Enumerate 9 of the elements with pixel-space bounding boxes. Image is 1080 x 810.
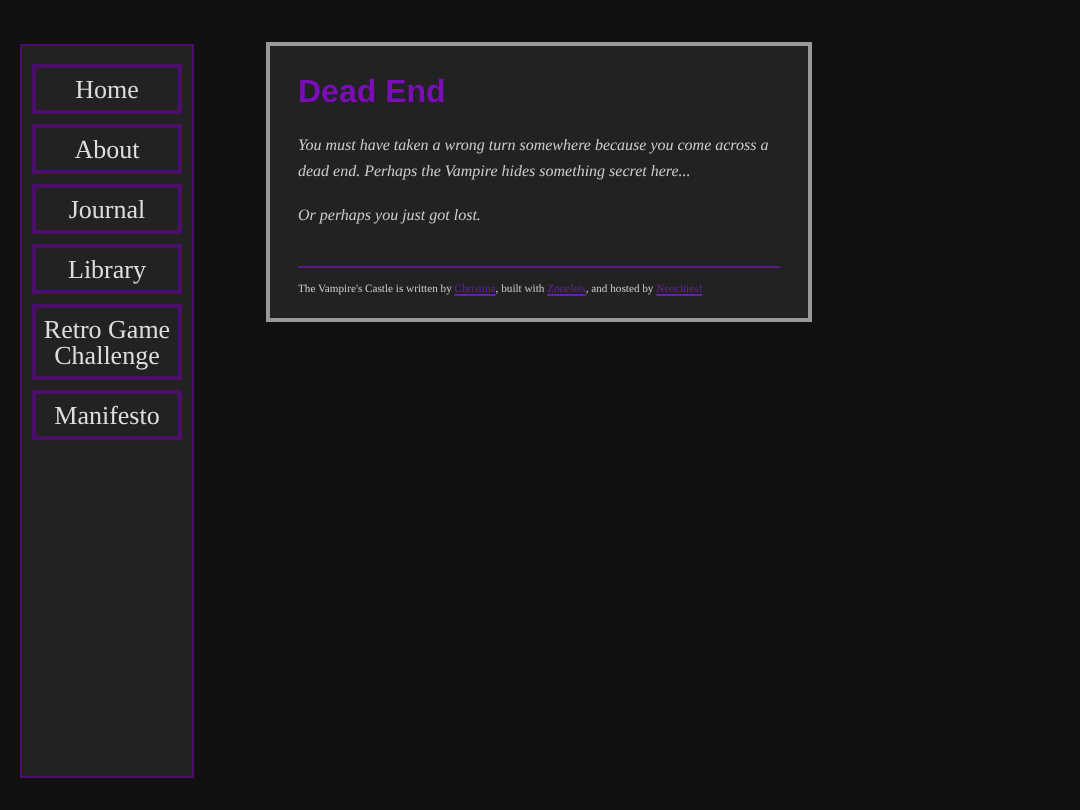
paragraph: You must have taken a wrong turn somewhere because you come across a dead end. Perhaps the Vampire hides something secret here...	[298, 134, 771, 184]
nav-link[interactable]: Manifesto	[32, 390, 182, 440]
nav-link[interactable]: Journal	[32, 184, 182, 234]
nav-link[interactable]: About	[32, 124, 182, 174]
page-title: Dead End	[298, 74, 448, 114]
paragraph: Or perhaps you just got lost.	[298, 204, 483, 228]
nav-link[interactable]: Home	[32, 64, 182, 114]
nav-link[interactable]: Retro Game Challenge	[32, 304, 182, 380]
nav-link[interactable]: Library	[32, 244, 182, 294]
